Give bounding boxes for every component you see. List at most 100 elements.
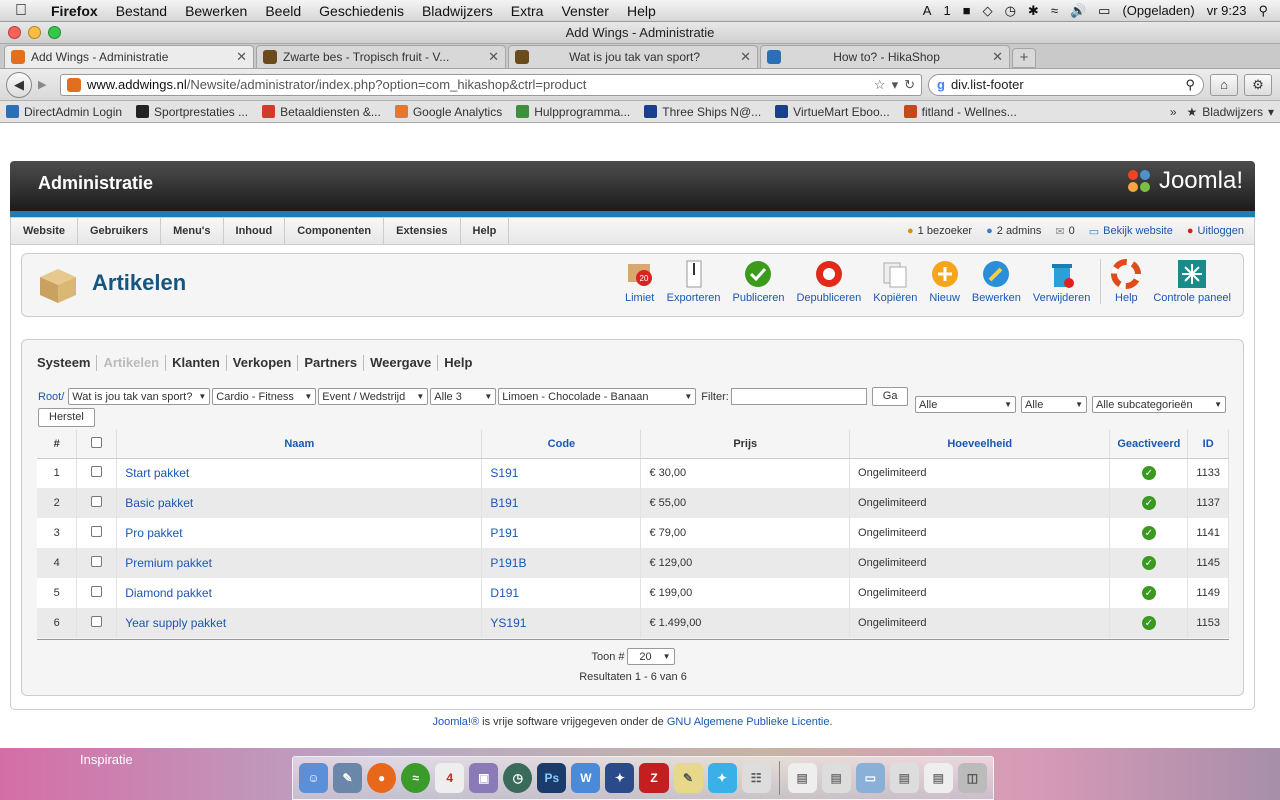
browser-tab-2[interactable]: Zwarte bes - Tropisch fruit - V... ✕ [256, 45, 506, 68]
zoom-window-button[interactable] [48, 26, 61, 39]
main-menu-gebruikers[interactable]: Gebruikers [78, 218, 162, 244]
apple-icon[interactable]:  [0, 2, 42, 20]
type-filter-select[interactable]: Alle ▼ [1021, 396, 1087, 413]
product-name-link[interactable]: Year supply pakket [125, 616, 226, 630]
wifi-icon[interactable]: ≈ [1051, 3, 1058, 18]
spotlight-icon[interactable]: ⚲ [1258, 3, 1268, 19]
published-check-icon[interactable]: ✓ [1141, 466, 1156, 481]
product-name-link[interactable]: Diamond pakket [125, 586, 212, 600]
product-name-link[interactable]: Pro pakket [125, 526, 182, 540]
row-checkbox[interactable] [91, 496, 103, 507]
folder-icon[interactable]: ▭ [855, 763, 885, 793]
status-count[interactable]: 1 [943, 3, 950, 18]
home-button[interactable]: ⌂ [1210, 73, 1238, 96]
product-code-link[interactable]: YS191 [490, 616, 526, 630]
menu-beeld[interactable]: Beeld [256, 3, 310, 19]
column-code[interactable]: Code [481, 430, 642, 459]
menu-app-firefox[interactable]: Firefox [42, 3, 107, 19]
textedit-icon[interactable]: ✎ [673, 763, 703, 793]
calendar-icon[interactable]: 4 [435, 763, 465, 793]
new-tab-button[interactable]: + [1012, 48, 1036, 68]
file-icon[interactable]: ▤ [787, 763, 817, 793]
bluetooth-icon[interactable]: ✱ [1028, 3, 1039, 19]
category-select-4[interactable]: Alle 3 ▼ [430, 388, 497, 405]
browser-tab-3[interactable]: Wat is jou tak van sport? ✕ [508, 45, 758, 68]
submenu-klanten[interactable]: Klanten [166, 355, 227, 371]
main-menu-inhoud[interactable]: Inhoud [224, 218, 286, 244]
product-name-link[interactable]: Basic pakket [125, 496, 193, 510]
reset-button[interactable]: Herstel [38, 408, 95, 427]
submenu-help[interactable]: Help [438, 355, 478, 371]
product-name-link[interactable]: Premium pakket [125, 556, 212, 570]
file-icon[interactable]: ▤ [821, 763, 851, 793]
category-select-3[interactable]: Event / Wedstrijd ▼ [318, 388, 429, 405]
menu-help[interactable]: Help [618, 3, 665, 19]
trash-icon[interactable]: ◫ [957, 763, 987, 793]
messages-status[interactable]: ✉ 0 [1055, 225, 1074, 238]
row-checkbox[interactable] [91, 616, 103, 627]
row-checkbox[interactable] [91, 526, 103, 537]
forward-button[interactable]: ▶ [38, 74, 54, 96]
main-menu-help[interactable]: Help [461, 218, 510, 244]
license-link[interactable]: GNU Algemene Publieke Licentie [667, 716, 830, 728]
published-check-icon[interactable]: ✓ [1141, 616, 1156, 630]
main-menu-componenten[interactable]: Componenten [285, 218, 385, 244]
go-button[interactable]: Ga [871, 387, 909, 406]
url-bar[interactable]: www.addwings.nl/Newsite/administrator/in… [60, 73, 922, 96]
delete-button[interactable]: Verwijderen [1027, 259, 1096, 304]
column-id[interactable]: ID [1187, 430, 1229, 459]
preview-icon[interactable]: ✎ [333, 763, 363, 793]
dropbox-icon[interactable]: ◇ [983, 3, 993, 19]
product-code-link[interactable]: P191 [490, 526, 518, 540]
row-checkbox[interactable] [91, 466, 103, 478]
reload-icon[interactable]: ↻ [904, 77, 915, 93]
bookmarks-menu-button[interactable]: ★ Bladwijzers ▾ [1187, 105, 1274, 119]
bookmark-item[interactable]: Hulpprogramma... [516, 105, 630, 119]
document-icon[interactable]: ☷ [741, 763, 771, 793]
word-icon[interactable]: W [571, 763, 601, 793]
bookmark-item[interactable]: Three Ships N@... [644, 105, 761, 119]
submenu-verkopen[interactable]: Verkopen [227, 355, 299, 371]
iphoto-icon[interactable]: ▣ [469, 763, 499, 793]
finder-icon[interactable]: ☺ [299, 763, 329, 793]
bookmark-item[interactable]: Google Analytics [394, 105, 502, 119]
published-check-icon[interactable]: ✓ [1141, 526, 1156, 540]
product-code-link[interactable]: D191 [490, 586, 519, 600]
row-checkbox[interactable] [91, 586, 103, 597]
search-bar[interactable]: g div.list-footer ⚲ [928, 73, 1204, 96]
submenu-systeem[interactable]: Systeem [37, 355, 98, 371]
spotify-icon[interactable]: ≈ [401, 763, 431, 793]
google-icon[interactable]: g [937, 77, 945, 92]
time-machine-icon[interactable]: ◷ [503, 763, 533, 793]
menu-venster[interactable]: Venster [552, 3, 617, 19]
close-tab-icon[interactable]: ✕ [236, 49, 247, 65]
menu-bladwijzers[interactable]: Bladwijzers [413, 3, 502, 19]
file-icon[interactable]: ▤ [889, 763, 919, 793]
limit-button[interactable]: 20 Limiet [619, 259, 661, 304]
browser-tab-1[interactable]: Add Wings - Administratie ✕ [4, 45, 254, 68]
firefox-icon[interactable]: ● [367, 763, 397, 793]
filter-input[interactable] [730, 388, 867, 405]
help-button[interactable]: Help [1100, 259, 1147, 304]
menu-bewerken[interactable]: Bewerken [176, 3, 256, 19]
chevron-double-right-icon[interactable]: » [1170, 105, 1177, 119]
category-select-1[interactable]: Wat is jou tak van sport? ▼ [68, 388, 211, 405]
column-hoeveelheid[interactable]: Hoeveelheid [849, 430, 1111, 459]
close-tab-icon[interactable]: ✕ [740, 49, 751, 65]
volume-icon[interactable]: 🔊 [1070, 3, 1086, 19]
input-menu-icon[interactable]: A [923, 3, 932, 18]
publish-button[interactable]: Publiceren [726, 259, 790, 304]
copy-button[interactable]: Kopiëren [867, 259, 923, 304]
illustrator-icon[interactable]: ✦ [605, 763, 635, 793]
close-tab-icon[interactable]: ✕ [488, 49, 499, 65]
unpublish-button[interactable]: Depubliceren [790, 259, 867, 304]
main-menu-extensies[interactable]: Extensies [384, 218, 461, 244]
view-site-link[interactable]: ▭ Bekijk website [1089, 225, 1173, 238]
product-name-link[interactable]: Start pakket [125, 466, 189, 480]
browser-tab-4[interactable]: How to? - HikaShop ✕ [760, 45, 1010, 68]
bookmark-item[interactable]: VirtueMart Eboo... [775, 105, 890, 119]
pdf-icon[interactable]: ▤ [923, 763, 953, 793]
bookmark-item[interactable]: Sportprestaties ... [136, 105, 248, 119]
clock[interactable]: vr 9:23 [1207, 3, 1247, 18]
product-code-link[interactable]: S191 [490, 466, 518, 480]
